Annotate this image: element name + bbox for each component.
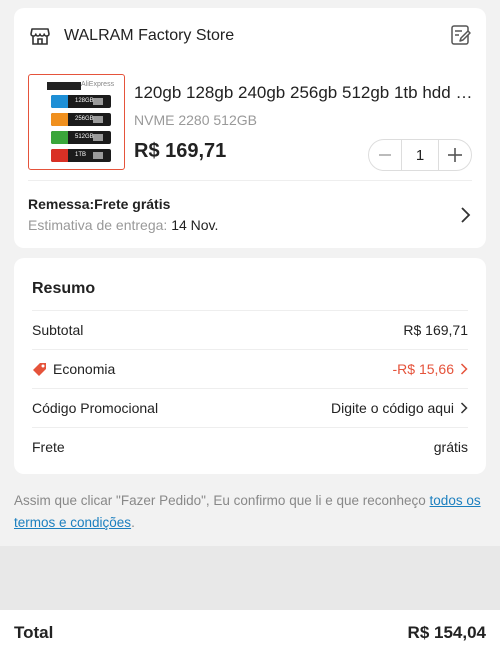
quantity-stepper: 1: [368, 139, 472, 171]
delivery-estimate: Estimativa de entrega: 14 Nov.: [28, 217, 218, 233]
store-card: WALRAM Factory Store AliExpress 128GB 25…: [14, 8, 486, 248]
subtotal-value: R$ 169,71: [403, 321, 468, 338]
chevron-right-icon: [461, 207, 471, 223]
order-footer: Total R$ 154,04: [0, 610, 500, 656]
product-image[interactable]: AliExpress 128GB 256GB 512GB 1TB: [28, 74, 125, 170]
increase-button[interactable]: [439, 140, 471, 170]
promo-code-row[interactable]: Código Promocional Digite o código aqui: [32, 388, 468, 426]
delivery-estimate-label: Estimativa de entrega:: [28, 217, 172, 233]
total-value: R$ 154,04: [407, 623, 486, 642]
savings-label: Economia: [53, 360, 116, 377]
quantity-value[interactable]: 1: [401, 140, 439, 170]
ssd-label: 512GB: [75, 134, 94, 140]
ssd-card-green: 512GB: [51, 131, 111, 144]
promo-code-input[interactable]: Digite o código aqui: [331, 400, 454, 416]
storefront-icon: [30, 28, 50, 45]
ssd-card-blue: 128GB: [51, 95, 111, 108]
subtotal-label: Subtotal: [32, 321, 84, 338]
spacer-band: [0, 546, 500, 610]
marketplace-tag: AliExpress: [81, 81, 115, 88]
product-title[interactable]: 120gb 128gb 240gb 256gb 512gb 1tb hdd m.…: [134, 83, 474, 103]
chevron-right-icon: [460, 362, 468, 375]
savings-value: -R$ 15,66: [392, 360, 454, 377]
ssd-label: 128GB: [75, 98, 94, 104]
product-price: R$ 169,71: [134, 140, 227, 162]
terms-notice: Assim que clicar "Fazer Pedido", Eu conf…: [14, 490, 484, 534]
store-header[interactable]: WALRAM Factory Store: [30, 24, 234, 48]
plus-icon: [448, 148, 462, 162]
ssd-label: 1TB: [75, 152, 87, 158]
summary-title: Resumo: [32, 280, 96, 297]
minus-icon: [379, 154, 391, 156]
ssd-card-red: 1TB: [51, 149, 111, 162]
delivery-date: 14 Nov.: [171, 217, 219, 233]
freight-row: Frete grátis: [32, 427, 468, 465]
subtotal-row: Subtotal R$ 169,71: [32, 310, 468, 348]
shipping-title: Remessa:Frete grátis: [28, 196, 171, 212]
brand-logo: [47, 82, 81, 90]
ssd-card-orange: 256GB: [51, 113, 111, 126]
product-variant[interactable]: NVME 2280 512GB: [134, 112, 257, 128]
promo-code-label: Código Promocional: [32, 399, 159, 416]
decrease-button[interactable]: [369, 140, 401, 170]
price-tag-icon: [33, 362, 46, 376]
shipping-row[interactable]: Remessa:Frete grátis Estimativa de entre…: [28, 196, 472, 240]
chevron-right-icon: [460, 401, 468, 414]
divider: [28, 180, 472, 181]
total-label: Total: [14, 623, 54, 642]
terms-end: .: [131, 515, 135, 530]
savings-row[interactable]: Economia -R$ 15,66: [32, 349, 468, 387]
freight-label: Frete: [32, 438, 65, 455]
edit-note-icon[interactable]: [450, 24, 472, 46]
store-name: WALRAM Factory Store: [64, 27, 235, 44]
terms-text: Assim que clicar "Fazer Pedido", Eu conf…: [14, 493, 430, 508]
ssd-label: 256GB: [75, 116, 94, 122]
summary-card: Resumo Subtotal R$ 169,71 Economia -R$ 1…: [14, 258, 486, 474]
freight-value: grátis: [433, 438, 468, 455]
